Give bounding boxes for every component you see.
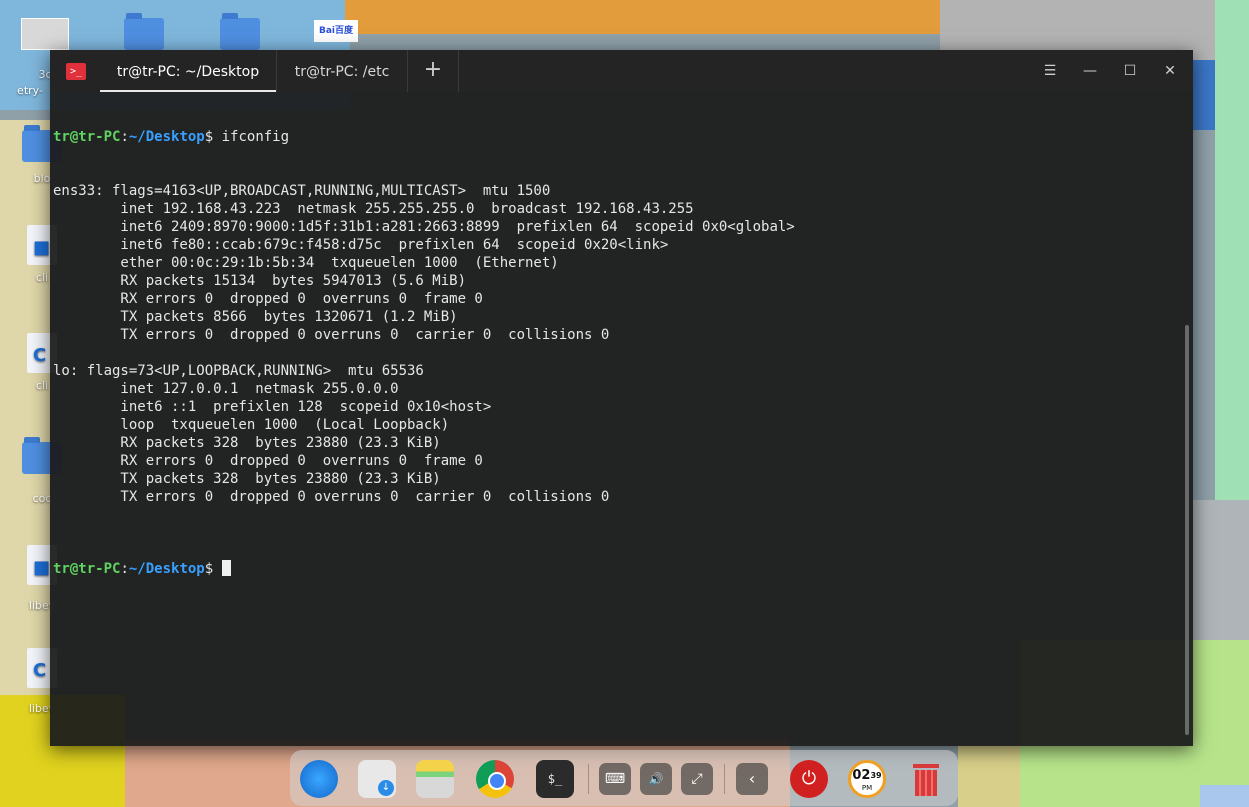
trash-icon[interactable] (907, 760, 945, 798)
image-thumbnail-icon (21, 18, 69, 50)
clock-hour: 02 (852, 768, 871, 783)
prompt-path: ~/Desktop (128, 129, 205, 145)
close-button[interactable]: ✕ (1150, 50, 1190, 92)
scrollbar[interactable] (1185, 325, 1189, 735)
chrome-icon[interactable] (476, 760, 514, 798)
new-tab-button[interactable]: + (407, 50, 459, 92)
wallpaper-block (1200, 785, 1249, 807)
command-text: ifconfig (213, 129, 290, 145)
clock-icon[interactable]: 0239 PM (848, 760, 886, 798)
output-line: TX errors 0 dropped 0 overruns 0 carrier… (53, 489, 610, 505)
output-line: TX errors 0 dropped 0 overruns 0 carrier… (53, 327, 610, 343)
wallpaper-block (1193, 60, 1215, 130)
output-line: inet6 2409:8970:9000:1d5f:31b1:a281:2663… (53, 219, 795, 235)
output-line: inet 127.0.0.1 netmask 255.0.0.0 (53, 381, 399, 397)
folder-icon (124, 13, 164, 50)
app-store-icon[interactable]: ↓ (358, 760, 396, 798)
active-prompt-line[interactable]: tr@tr-PC:~/Desktop$ (53, 560, 1181, 578)
maximize-button[interactable]: ☐ (1110, 50, 1150, 92)
output-line: TX packets 8566 bytes 1320671 (1.2 MiB) (53, 309, 458, 325)
clock-ampm: PM (861, 784, 873, 792)
wallpaper-block (345, 0, 940, 34)
prompt-path: ~/Desktop (128, 561, 205, 577)
minimize-button[interactable]: — (1070, 50, 1110, 92)
tab-label: tr@tr-PC: ~/Desktop (116, 64, 260, 80)
output-line: lo: flags=73<UP,LOOPBACK,RUNNING> mtu 65… (53, 363, 424, 379)
collapse-icon[interactable]: ‹ (736, 763, 768, 795)
prompt-line: tr@tr-PC:~/Desktop$ ifconfig (53, 128, 1181, 146)
output-line: TX packets 328 bytes 23880 (23.3 KiB) (53, 471, 441, 487)
prompt-user: tr@tr-PC (53, 129, 121, 145)
desktop-folder[interactable] (114, 13, 174, 50)
tab-etc[interactable]: tr@tr-PC: /etc (276, 50, 407, 92)
terminal-window[interactable]: >_ tr@tr-PC: ~/Desktop tr@tr-PC: /etc + … (50, 50, 1193, 746)
keyboard-icon[interactable]: ⌨ (599, 763, 631, 795)
wallpaper-block (0, 120, 50, 700)
output-line: ens33: flags=4163<UP,BROADCAST,RUNNING,M… (53, 183, 551, 199)
dock-separator (588, 764, 589, 794)
output-line: RX errors 0 dropped 0 overruns 0 frame 0 (53, 453, 483, 469)
volume-icon[interactable]: 🔊 (640, 763, 672, 795)
title-bar[interactable]: >_ tr@tr-PC: ~/Desktop tr@tr-PC: /etc + … (50, 50, 1193, 92)
desktop-icon-baidu[interactable]: Bai百度 (306, 20, 366, 42)
terminal-output[interactable]: tr@tr-PC:~/Desktop$ ifconfig ens33: flag… (53, 92, 1181, 746)
output-line: RX packets 328 bytes 23880 (23.3 KiB) (53, 435, 441, 451)
prompt-separator: : (120, 561, 129, 577)
prompt-symbol: $ (204, 561, 214, 577)
output-line: inet 192.168.43.223 netmask 255.255.255.… (53, 201, 694, 217)
wallpaper-block (1215, 0, 1249, 500)
file-manager-icon[interactable] (416, 760, 454, 798)
terminal-app-icon[interactable]: >_ (66, 63, 86, 80)
baidu-logo-icon: Bai百度 (314, 20, 358, 42)
wallpaper-block (958, 745, 1020, 807)
output-line: ether 00:0c:29:1b:5b:34 txqueuelen 1000 … (53, 255, 559, 271)
menu-button[interactable]: ☰ (1030, 50, 1070, 92)
output-line: inet6 fe80::ccab:679c:f458:d75c prefixle… (53, 237, 669, 253)
prompt-separator: : (120, 129, 129, 145)
network-icon[interactable]: ⤢ (681, 763, 713, 795)
wallpaper-block (1193, 500, 1249, 640)
dock: ↓ $_ ⌨ 🔊 ⤢ ‹ ⏻ 0239 PM (290, 750, 958, 806)
text-cursor (221, 560, 231, 576)
tab-label: tr@tr-PC: /etc (294, 64, 390, 80)
launcher-icon[interactable] (300, 760, 338, 798)
prompt-user: tr@tr-PC (53, 561, 121, 577)
output-line: loop txqueuelen 1000 (Local Loopback) (53, 417, 450, 433)
dock-separator (724, 764, 725, 794)
output-line: RX packets 15134 bytes 5947013 (5.6 MiB) (53, 273, 467, 289)
terminal-icon[interactable]: $_ (536, 760, 574, 798)
clock-minute: 39 (870, 771, 882, 780)
folder-icon (220, 13, 260, 50)
output-line: inet6 ::1 prefixlen 128 scopeid 0x10<hos… (53, 399, 492, 415)
power-icon[interactable]: ⏻ (790, 760, 828, 798)
tab-desktop[interactable]: tr@tr-PC: ~/Desktop (100, 50, 276, 92)
desktop-folder[interactable] (210, 13, 270, 50)
prompt-symbol: $ (204, 129, 214, 145)
output-line: RX errors 0 dropped 0 overruns 0 frame 0 (53, 291, 483, 307)
